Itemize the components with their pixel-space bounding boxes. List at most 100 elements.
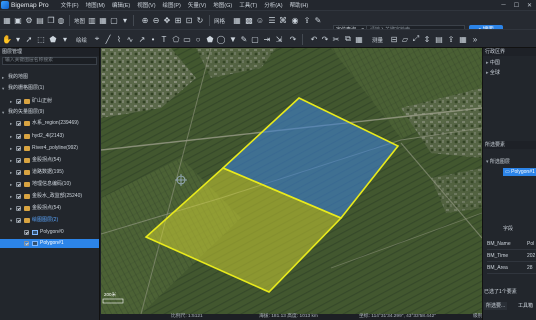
ruler-icon[interactable]: ⊟ <box>389 34 399 44</box>
tile-icon[interactable]: ▩ <box>244 15 254 25</box>
share-icon[interactable]: ⇪ <box>446 34 456 44</box>
menu-view[interactable]: 视图(V) <box>137 1 155 9</box>
layer-checkbox[interactable] <box>16 182 21 187</box>
layer-item[interactable]: ▾ 我的栅格图层(1) <box>0 84 99 93</box>
emoji-icon[interactable]: ☺ <box>255 15 265 25</box>
selected-item[interactable]: ▭ Polygon#1 <box>503 168 536 176</box>
refresh-icon[interactable]: ↻ <box>195 15 205 25</box>
chevron-right-icon[interactable]: ▸ <box>10 144 12 153</box>
polyline-icon[interactable]: ⌇ <box>114 34 124 44</box>
layer-item[interactable]: Polygon#1 <box>0 239 99 248</box>
rectangle-icon[interactable]: ▭ <box>182 34 192 44</box>
copy-icon[interactable]: ❐ <box>46 15 56 25</box>
layer-item[interactable]: ▸ 金股水_政监部(25240) <box>0 192 99 201</box>
polygon-icon[interactable]: ⬠ <box>171 34 181 44</box>
grid-icon-2[interactable]: ▦ <box>232 15 242 25</box>
fill-icon[interactable]: ▼ <box>228 34 238 44</box>
chevron-right-icon[interactable]: » <box>470 34 480 44</box>
menu-map[interactable]: 地图(M) <box>86 1 105 9</box>
layer-item[interactable]: Polygon#0 <box>0 228 99 237</box>
chevron-down-icon[interactable]: ▾ <box>10 216 12 225</box>
marker-icon[interactable]: ⌖ <box>92 34 102 44</box>
chevron-right-icon[interactable]: ▸ <box>10 132 12 141</box>
layer-checkbox[interactable] <box>16 158 21 163</box>
square-icon[interactable]: ▢ <box>250 34 260 44</box>
brush-icon[interactable]: ✎ <box>313 15 323 25</box>
menu-analysis[interactable]: 分析(A) <box>264 1 282 9</box>
arrow-icon[interactable]: ↗ <box>137 34 147 44</box>
list-icon[interactable]: ☰ <box>267 15 277 25</box>
chevron-right-icon[interactable]: ▸ <box>10 156 12 165</box>
zoom-in-icon[interactable]: ⊕ <box>140 15 150 25</box>
pentagon-icon[interactable]: ⬟ <box>205 34 215 44</box>
fit-icon[interactable]: ⊡ <box>184 15 194 25</box>
layer-item[interactable]: ▾ 绘图图层(2) <box>0 216 99 225</box>
layer-checkbox[interactable] <box>16 170 21 175</box>
chevron-right-icon[interactable]: ▸ <box>10 192 12 201</box>
ellipse-icon[interactable]: ◯ <box>216 34 226 44</box>
tab-toolbox[interactable]: 工具箱 <box>516 302 535 310</box>
select-poly-icon[interactable]: ⬟ <box>48 34 58 44</box>
layer-checkbox[interactable] <box>16 218 21 223</box>
chevron-right-icon[interactable]: ▸ <box>10 168 12 177</box>
menu-help[interactable]: 帮助(H) <box>290 1 309 9</box>
map-layers-icon[interactable]: ▥ <box>87 15 97 25</box>
layer-item[interactable]: ▸ 金股拐点(54) <box>0 156 99 165</box>
close-icon[interactable]: ✕ <box>523 2 536 9</box>
redo-icon[interactable]: ↷ <box>320 34 330 44</box>
chevron-down-icon[interactable]: ▾ <box>2 108 4 117</box>
layer-checkbox[interactable] <box>24 230 29 235</box>
move-icon[interactable]: ⇲ <box>274 34 284 44</box>
chart-icon[interactable]: ▦ <box>458 34 468 44</box>
admin-item-global[interactable]: ▸ 全球 <box>486 69 500 77</box>
curve-icon[interactable]: ∿ <box>125 34 135 44</box>
merge-icon[interactable]: ⧉ <box>343 34 353 44</box>
frame-icon[interactable]: ▢ <box>109 15 119 25</box>
dropdown-icon-2[interactable]: ▾ <box>13 34 23 44</box>
chevron-right-icon[interactable]: ▸ <box>2 73 4 82</box>
chevron-right-icon[interactable]: ▸ <box>10 180 12 189</box>
export-icon[interactable]: ⇪ <box>302 15 312 25</box>
pointer-icon[interactable]: ➚ <box>24 34 34 44</box>
camera-icon[interactable]: ◉ <box>290 15 300 25</box>
layer-checkbox[interactable] <box>16 121 21 126</box>
zoom-out-icon[interactable]: ⊖ <box>151 15 161 25</box>
menu-edit[interactable]: 编辑(E) <box>112 1 130 9</box>
chevron-right-icon[interactable]: ▸ <box>10 97 12 106</box>
line-icon[interactable]: ╱ <box>103 34 113 44</box>
point-icon[interactable]: • <box>148 34 158 44</box>
circle-icon[interactable]: ○ <box>193 34 203 44</box>
layer-checkbox[interactable] <box>16 99 21 104</box>
menu-tools[interactable]: 工具(T) <box>239 1 257 9</box>
tab-selected[interactable]: 所选要... <box>484 302 508 310</box>
pan-icon[interactable]: ✥ <box>162 15 172 25</box>
tag-icon[interactable]: ⌘ <box>278 15 288 25</box>
layer-checkbox[interactable] <box>16 134 21 139</box>
layer-item[interactable]: ▸ 金股拐点(54) <box>0 204 99 213</box>
layer-item[interactable]: ▸ hyd2_4l(2143) <box>0 132 99 141</box>
globe-icon[interactable]: ◍ <box>56 15 66 25</box>
distance-icon[interactable]: ⤢ <box>411 34 421 44</box>
layer-item[interactable]: ▸ 道路数据(195) <box>0 168 99 177</box>
layer-item[interactable]: ▸ 地理信息编码(10) <box>0 180 99 189</box>
dropdown-icon-3[interactable]: ▾ <box>60 34 70 44</box>
save-icon[interactable]: ▣ <box>13 15 23 25</box>
full-extent-icon[interactable]: ⊞ <box>173 15 183 25</box>
layer-checkbox[interactable] <box>24 241 29 246</box>
delete-icon[interactable]: ▦ <box>354 34 364 44</box>
layer-item[interactable]: ▸ 矿山正射 <box>0 97 99 106</box>
layer-item[interactable]: ▸ 我的地图 <box>0 73 99 82</box>
minimize-icon[interactable]: ─ <box>497 2 510 9</box>
menu-vector[interactable]: 矢量(V) <box>188 1 206 9</box>
layer-item[interactable]: ▾ 我的矢量图层(9) <box>0 108 99 117</box>
menu-file[interactable]: 文件(F) <box>61 1 79 9</box>
area-icon[interactable]: ▱ <box>400 34 410 44</box>
print-icon[interactable]: ▤ <box>434 34 444 44</box>
text-icon[interactable]: T <box>159 34 169 44</box>
layer-item[interactable]: ▸ 水系_region(239469) <box>0 119 99 128</box>
layer-checkbox[interactable] <box>16 146 21 151</box>
layers-icon[interactable]: ▤ <box>35 15 45 25</box>
chevron-down-icon[interactable]: ▾ <box>2 84 4 93</box>
settings-icon[interactable]: ⚙ <box>24 15 34 25</box>
height-icon[interactable]: ⇕ <box>422 34 432 44</box>
